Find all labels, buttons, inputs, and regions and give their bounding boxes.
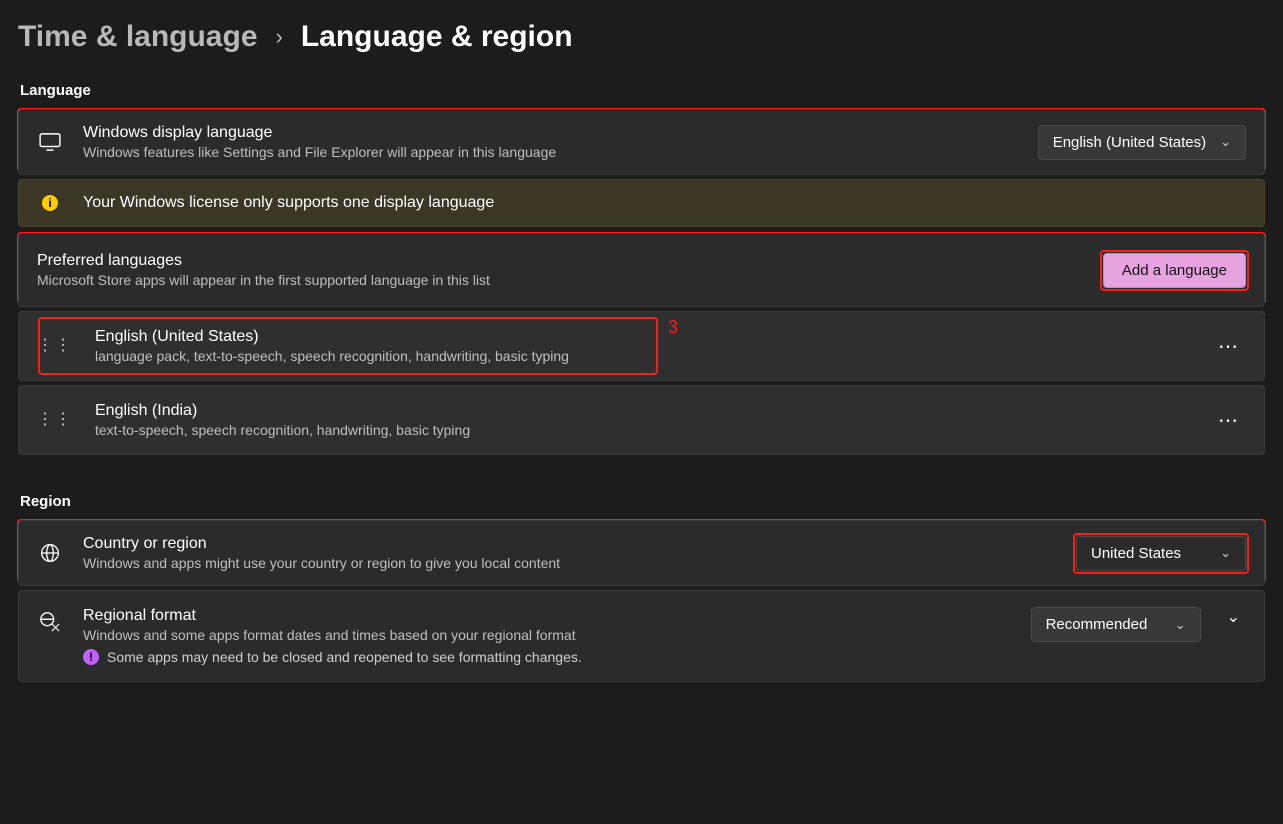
display-language-sub: Windows features like Settings and File … <box>83 144 1018 160</box>
breadcrumb-current: Language & region <box>301 20 573 54</box>
expand-chevron-icon[interactable]: ⌄ <box>1221 607 1246 627</box>
language-name-0: English (United States) <box>95 328 1190 346</box>
drag-handle-icon[interactable]: ⋮⋮ <box>37 416 73 424</box>
language-name-1: English (India) <box>95 402 1190 420</box>
display-language-row: Windows display language Windows feature… <box>18 109 1265 175</box>
more-options-button[interactable]: ⋯ <box>1212 334 1246 359</box>
regional-format-dropdown[interactable]: Recommended ⌄ <box>1031 607 1201 642</box>
drag-handle-icon[interactable]: ⋮⋮ <box>37 342 73 350</box>
display-language-title: Windows display language <box>83 124 1018 142</box>
section-header-language: Language <box>20 82 1265 99</box>
chevron-down-icon: ⌄ <box>1175 617 1186 633</box>
country-value: United States <box>1091 545 1181 562</box>
language-features-0: language pack, text-to-speech, speech re… <box>95 348 1190 364</box>
info-icon: ! <box>83 649 99 665</box>
globe-icon <box>37 543 63 563</box>
license-warning-text: Your Windows license only supports one d… <box>83 194 494 212</box>
country-title: Country or region <box>83 535 1056 553</box>
display-language-value: English (United States) <box>1053 134 1206 151</box>
chevron-right-icon: › <box>276 24 283 50</box>
display-language-dropdown[interactable]: English (United States) ⌄ <box>1038 125 1246 160</box>
chevron-down-icon: ⌄ <box>1220 545 1231 561</box>
language-row-1[interactable]: ⋮⋮ English (India) text-to-speech, speec… <box>18 385 1265 455</box>
breadcrumb-parent[interactable]: Time & language <box>18 20 258 54</box>
warning-icon: i <box>42 195 58 211</box>
section-header-region: Region <box>20 493 1265 510</box>
add-language-button[interactable]: Add a language <box>1103 253 1246 288</box>
language-features-1: text-to-speech, speech recognition, hand… <box>95 422 1190 438</box>
chevron-down-icon: ⌄ <box>1220 134 1231 150</box>
regional-format-sub: Windows and some apps format dates and t… <box>83 627 1011 643</box>
regional-format-note: Some apps may need to be closed and reop… <box>107 649 582 665</box>
regional-format-title: Regional format <box>83 607 1011 625</box>
preferred-title: Preferred languages <box>37 252 1083 270</box>
more-options-button[interactable]: ⋯ <box>1212 408 1246 433</box>
regional-format-value: Recommended <box>1046 616 1148 633</box>
preferred-languages-row: Preferred languages Microsoft Store apps… <box>18 233 1265 307</box>
language-row-0[interactable]: ⋮⋮ English (United States) language pack… <box>18 311 1265 381</box>
regional-format-row: Regional format Windows and some apps fo… <box>18 590 1265 682</box>
globe-translate-icon <box>37 611 63 633</box>
country-row: Country or region Windows and apps might… <box>18 520 1265 586</box>
country-sub: Windows and apps might use your country … <box>83 555 1056 571</box>
breadcrumb: Time & language › Language & region <box>18 20 1265 54</box>
country-dropdown[interactable]: United States ⌄ <box>1076 536 1246 571</box>
preferred-sub: Microsoft Store apps will appear in the … <box>37 272 1083 288</box>
license-warning-row: i Your Windows license only supports one… <box>18 179 1265 227</box>
monitor-icon <box>37 133 63 151</box>
